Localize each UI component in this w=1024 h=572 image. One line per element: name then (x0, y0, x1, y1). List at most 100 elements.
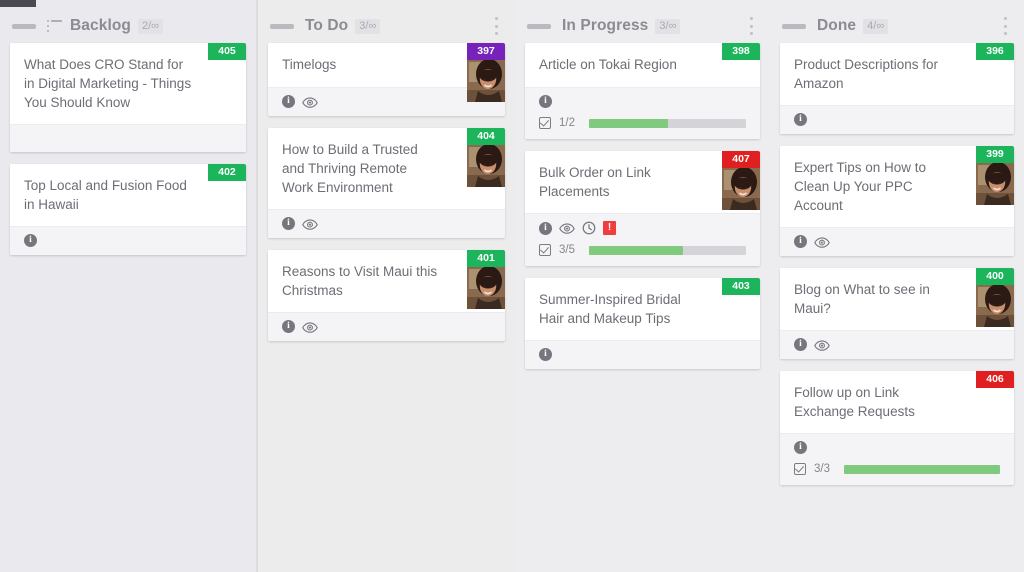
card-title: Article on Tokai Region (539, 57, 677, 72)
card-title: Blog on What to see in Maui? (794, 282, 930, 316)
column-drag-handle[interactable] (782, 23, 806, 29)
card[interactable]: 404 How to Build a Trusted and Thriving R… (268, 128, 505, 238)
info-icon[interactable]: i (794, 338, 807, 351)
info-icon[interactable]: i (539, 221, 552, 235)
column-card-count: 3/∞ (655, 18, 681, 34)
card-footer: i (780, 227, 1014, 256)
card-footer: i (525, 87, 760, 115)
card-footer: i (525, 340, 760, 369)
card-title: Reasons to Visit Maui this Christmas (282, 264, 438, 298)
avatar[interactable] (976, 285, 1014, 327)
column-title: In Progress (562, 17, 649, 34)
column-card-count: 2/∞ (138, 18, 164, 34)
card-footer: i (268, 312, 505, 341)
card-title: Product Descriptions for Amazon (794, 57, 939, 91)
card-title: Expert Tips on How to Clean Up Your PPC … (794, 160, 927, 213)
info-icon[interactable]: i (539, 95, 552, 108)
card-id-badge[interactable]: 398 (722, 43, 760, 61)
card-title: What Does CRO Stand for in Digital Marke… (24, 57, 192, 110)
checklist-count: 3/3 (814, 463, 830, 475)
card[interactable]: 396 Product Descriptions for Amazon i (780, 43, 1014, 134)
checklist-count: 1/2 (559, 117, 575, 129)
progress-bar (589, 118, 746, 128)
card-id-badge[interactable]: 400 (976, 268, 1014, 286)
column-menu-button[interactable] (998, 16, 1012, 36)
card-title: Bulk Order on Link Placements (539, 165, 651, 199)
card[interactable]: 406 Follow up on Link Exchange Requests i 3… (780, 371, 1014, 485)
avatar[interactable] (467, 145, 505, 187)
eye-icon[interactable] (302, 320, 318, 333)
column-menu-button[interactable] (744, 16, 758, 36)
card-id-badge[interactable]: 404 (467, 128, 505, 146)
card[interactable]: 397 Timelogs i (268, 43, 505, 116)
avatar[interactable] (722, 168, 760, 210)
card-footer: i (780, 105, 1014, 134)
eye-icon[interactable] (559, 222, 575, 235)
card-id-badge[interactable]: 397 (467, 43, 505, 61)
card-footer (10, 124, 246, 152)
info-icon[interactable]: i (794, 113, 807, 126)
card[interactable]: 399 Expert Tips on How to Clean Up Your P… (780, 146, 1014, 256)
card[interactable]: 402 Top Local and Fusion Food in Hawaii i (10, 164, 246, 255)
column-drag-handle[interactable] (12, 23, 36, 29)
column-header-todo: To Do 3/∞ (268, 9, 505, 43)
checklist-progress: 3/5 (525, 242, 760, 266)
checklist-progress: 1/2 (525, 115, 760, 139)
card[interactable]: 401 Reasons to Visit Maui this Christmas i (268, 250, 505, 341)
card-title: Top Local and Fusion Food in Hawaii (24, 178, 187, 212)
top-toolbar-strip (0, 0, 36, 7)
card-body: 396 Product Descriptions for Amazon (780, 43, 1014, 105)
column-drag-handle[interactable] (527, 23, 551, 29)
card-id-badge[interactable]: 403 (722, 278, 760, 296)
card-body: 407 Bulk Order on Link Placements (525, 151, 760, 213)
column-in-progress: In Progress 3/∞ 398 Article on Tokai Region… (515, 0, 770, 572)
card[interactable]: 405 What Does CRO Stand for in Digital Ma… (10, 43, 246, 152)
card-id-badge[interactable]: 399 (976, 146, 1014, 164)
column-header-done: Done 4/∞ (780, 9, 1014, 43)
card-title: Summer-Inspired Bridal Hair and Makeup T… (539, 292, 681, 326)
column-menu-button[interactable] (489, 16, 503, 36)
progress-bar-fill (844, 464, 1000, 474)
eye-icon[interactable] (302, 217, 318, 230)
card[interactable]: 403 Summer-Inspired Bridal Hair and Makeu… (525, 278, 760, 369)
info-icon[interactable]: i (794, 235, 807, 248)
card-title: How to Build a Trusted and Thriving Remo… (282, 142, 418, 195)
card-body: 399 Expert Tips on How to Clean Up Your P… (780, 146, 1014, 227)
info-icon[interactable]: i (282, 95, 295, 108)
column-backlog: Backlog 2/∞ 405 What Does CRO Stand for in … (0, 0, 258, 572)
checklist-icon (539, 117, 551, 129)
column-card-count: 4/∞ (863, 18, 889, 34)
avatar[interactable] (467, 267, 505, 309)
column-header-backlog: Backlog 2/∞ (10, 9, 246, 43)
checklist-icon (794, 463, 806, 475)
card[interactable]: 400 Blog on What to see in Maui? i (780, 268, 1014, 359)
clock-icon[interactable] (582, 221, 596, 235)
avatar[interactable] (467, 60, 505, 102)
card-footer: i (780, 330, 1014, 359)
card-id-badge[interactable]: 396 (976, 43, 1014, 61)
info-icon[interactable]: i (794, 441, 807, 454)
eye-icon[interactable] (302, 95, 318, 108)
card-body: 403 Summer-Inspired Bridal Hair and Makeu… (525, 278, 760, 340)
info-icon[interactable]: i (282, 320, 295, 333)
card-id-badge[interactable]: 401 (467, 250, 505, 268)
eye-icon[interactable] (814, 235, 830, 248)
column-drag-handle[interactable] (270, 23, 294, 29)
info-icon[interactable]: i (282, 217, 295, 230)
avatar[interactable] (976, 163, 1014, 205)
alert-icon[interactable]: ! (603, 221, 616, 235)
card-body: 401 Reasons to Visit Maui this Christmas (268, 250, 505, 312)
list-icon (47, 19, 62, 33)
info-icon[interactable]: i (24, 234, 37, 247)
card-id-badge[interactable]: 407 (722, 151, 760, 169)
card-id-badge[interactable]: 405 (208, 43, 246, 61)
card-footer: i (10, 226, 246, 255)
checklist-progress: 3/3 (780, 461, 1014, 485)
eye-icon[interactable] (814, 338, 830, 351)
card[interactable]: 407 Bulk Order on Link Placements i! 3/5 (525, 151, 760, 266)
card-body: 398 Article on Tokai Region (525, 43, 760, 87)
card[interactable]: 398 Article on Tokai Region i 1/2 (525, 43, 760, 139)
info-icon[interactable]: i (539, 348, 552, 361)
card-id-badge[interactable]: 406 (976, 371, 1014, 389)
card-id-badge[interactable]: 402 (208, 164, 246, 182)
